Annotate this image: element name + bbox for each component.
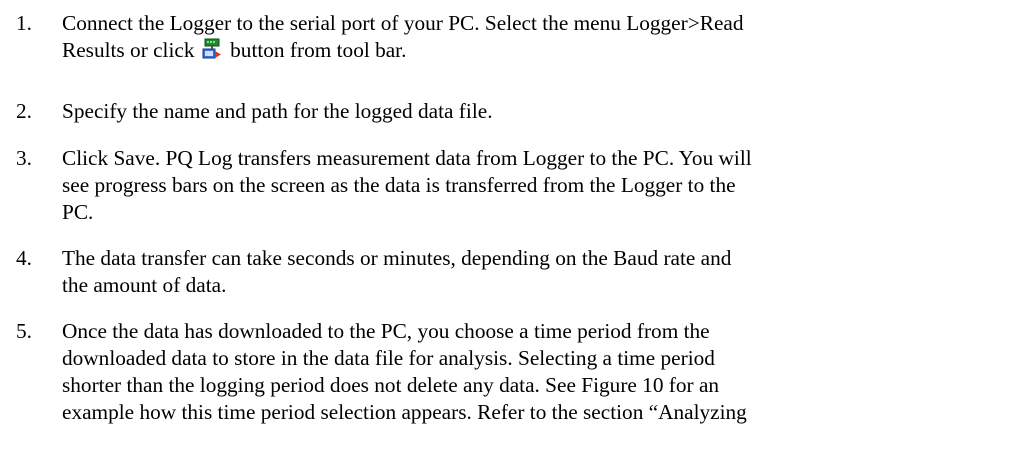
step-number: 2. [16, 99, 32, 123]
step-line: Once the data has downloaded to the PC, … [62, 319, 710, 343]
step-line: Click Save. PQ Log transfers measurement… [62, 146, 752, 170]
step-text: Specify the name and path for the logged… [62, 98, 1017, 125]
step-line: the amount of data. [62, 273, 227, 297]
step-line: see progress bars on the screen as the d… [62, 173, 736, 197]
step-text: Connect the Logger to the serial port of… [62, 10, 1017, 64]
step-line-prefix: Results or click [62, 38, 195, 62]
step-text: The data transfer can take seconds or mi… [62, 245, 1017, 299]
read-results-icon [202, 38, 222, 60]
step-number: 5. [16, 319, 32, 343]
step-line: example how this time period selection a… [62, 400, 747, 424]
step-text: Click Save. PQ Log transfers measurement… [62, 145, 1017, 226]
step-line: shorter than the logging period does not… [62, 373, 720, 397]
step-line: The data transfer can take seconds or mi… [62, 246, 732, 270]
step-line: PC. [62, 200, 94, 224]
step-line: Specify the name and path for the logged… [62, 99, 493, 123]
step-number: 3. [16, 146, 32, 170]
step-line-suffix: button from tool bar. [230, 38, 407, 62]
step-number: 4. [16, 246, 32, 270]
step-line: downloaded data to store in the data fil… [62, 346, 715, 370]
step-number: 1. [16, 11, 32, 35]
step-text: Once the data has downloaded to the PC, … [62, 318, 1017, 426]
step-line: Connect the Logger to the serial port of… [62, 11, 744, 35]
step-line-with-icon: Results or click button from tool bar. [62, 37, 1017, 64]
